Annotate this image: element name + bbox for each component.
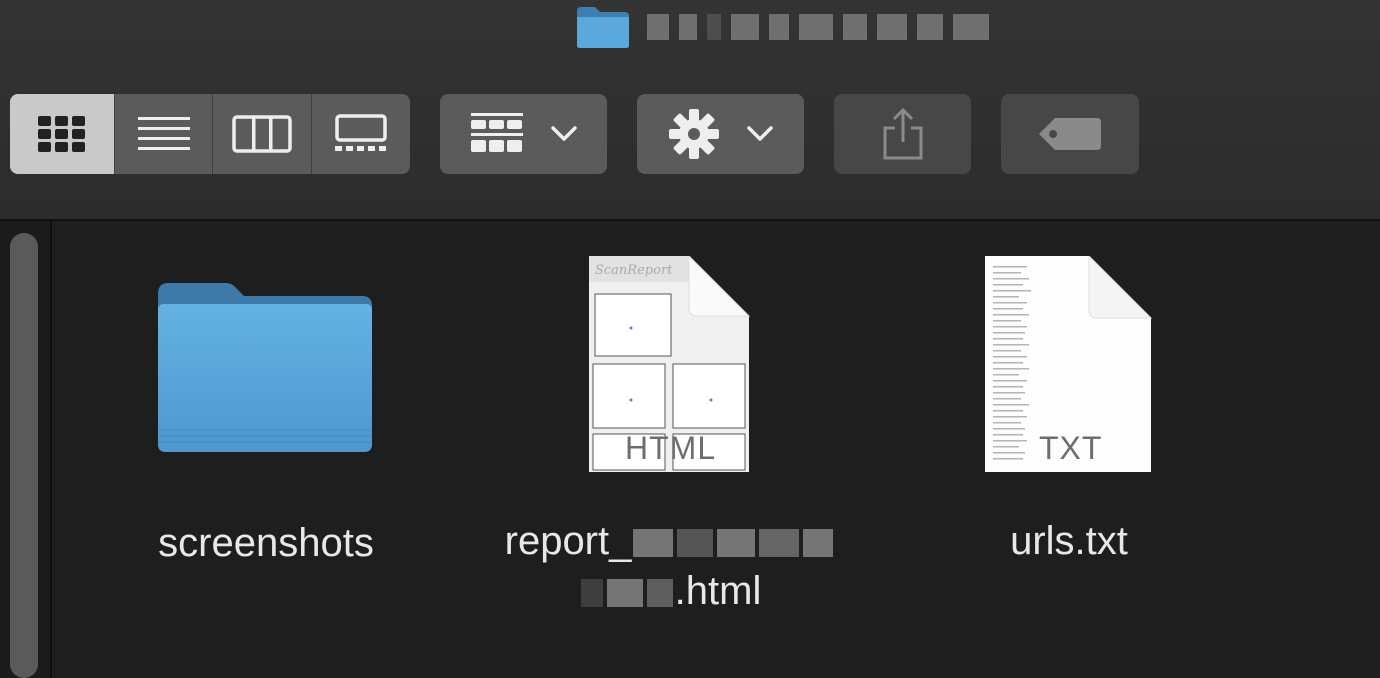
text-document-icon: TXT: [985, 256, 1153, 474]
chevron-down-icon: [550, 126, 577, 141]
file-name: report_: [470, 516, 870, 566]
finder-toolbar: [0, 0, 1380, 221]
column-view-button[interactable]: [212, 94, 311, 174]
tag-button[interactable]: [1001, 94, 1139, 174]
file-item-urls-txt[interactable]: TXT urls.txt: [938, 256, 1200, 566]
gallery-view-button[interactable]: [311, 94, 410, 174]
file-type-badge: TXT: [1039, 430, 1103, 466]
folder-icon: [158, 283, 372, 452]
chevron-down-icon: [746, 126, 773, 141]
file-name-part: report_: [504, 519, 632, 563]
share-icon: [883, 107, 922, 160]
file-name: urls.txt: [1010, 519, 1128, 563]
columns-icon: [232, 115, 293, 153]
html-document-icon: ScanReport HTML: [589, 256, 751, 474]
icon-view-button[interactable]: [10, 94, 114, 174]
folder-icon: [577, 7, 629, 48]
file-item-screenshots[interactable]: screenshots: [130, 280, 402, 568]
file-name-line2: .html: [470, 566, 870, 616]
group-icon: [470, 113, 523, 152]
grid-icon: [37, 116, 85, 152]
tag-icon: [1039, 118, 1101, 150]
file-name: screenshots: [158, 521, 374, 565]
sidebar: [0, 221, 52, 678]
view-mode-control: [10, 94, 410, 174]
svg-text:ScanReport: ScanReport: [595, 263, 673, 278]
gallery-icon: [335, 114, 387, 151]
list-view-button[interactable]: [113, 94, 213, 174]
scrollbar[interactable]: [10, 233, 38, 678]
action-menu-button[interactable]: [637, 94, 804, 174]
gear-icon: [668, 109, 719, 159]
group-by-button[interactable]: [440, 94, 607, 174]
file-type-badge: HTML: [625, 430, 717, 466]
file-name-part: .html: [674, 569, 762, 613]
redacted-title: [647, 14, 989, 40]
list-icon: [137, 117, 190, 150]
scrollbar-thumb[interactable]: [10, 233, 38, 678]
window-title: [575, 4, 989, 50]
file-item-report-html[interactable]: ScanReport HTML report_ .html: [470, 256, 870, 616]
share-button[interactable]: [834, 94, 971, 174]
